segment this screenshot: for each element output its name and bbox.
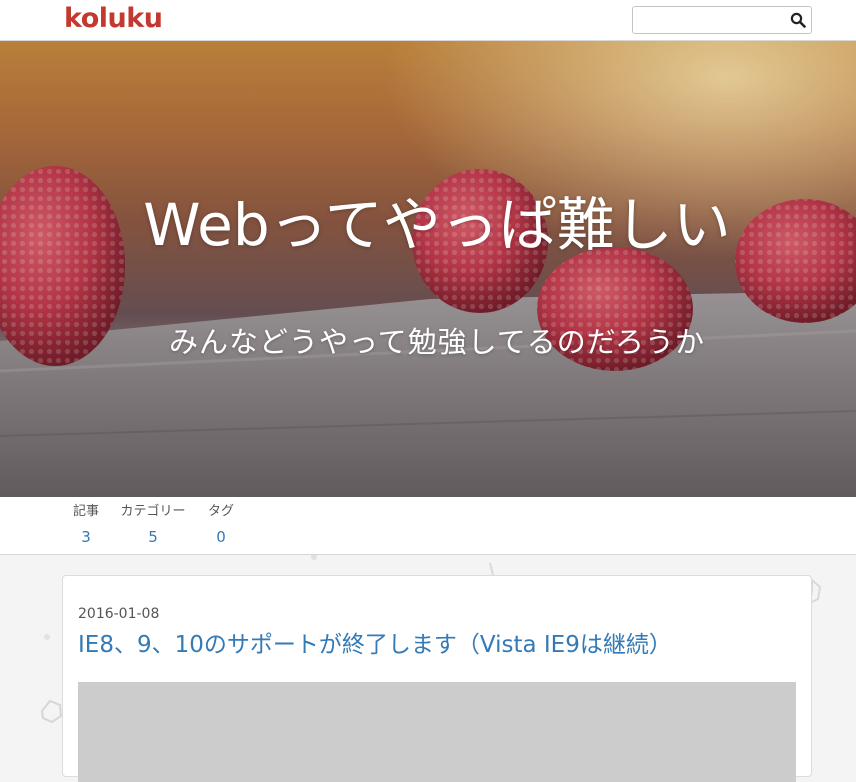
stat-tags-count[interactable]: 0	[203, 526, 239, 548]
stat-categories-label: カテゴリー	[120, 504, 186, 519]
hero-banner: Webってやっぱ難しい みんなどうやって勉強してるのだろうか	[0, 41, 856, 497]
top-navbar: koluku	[0, 0, 856, 41]
post-card: 2016-01-08 IE8、9、10のサポートが終了します（Vista IE9…	[62, 575, 812, 782]
hero-background-image	[0, 41, 856, 497]
search-box	[632, 6, 812, 34]
search-input[interactable]	[637, 10, 787, 30]
stat-categories[interactable]: カテゴリー 5	[116, 503, 190, 548]
post-title-link[interactable]: IE8、9、10のサポートが終了します（Vista IE9は継続）	[78, 628, 798, 662]
search-icon[interactable]	[790, 12, 806, 28]
stat-articles-count[interactable]: 3	[70, 526, 102, 548]
stat-categories-count[interactable]: 5	[116, 526, 190, 548]
hero-subtitle: みんなどうやって勉強してるのだろうか	[169, 325, 705, 359]
blog-stats-bar: 記事 3 カテゴリー 5 タグ 0	[0, 497, 856, 555]
stat-tags[interactable]: タグ 0	[203, 503, 239, 548]
site-logo[interactable]: koluku	[64, 2, 163, 36]
post-thumbnail[interactable]	[78, 682, 796, 782]
stat-articles[interactable]: 記事 3	[70, 503, 102, 548]
stat-tags-label: タグ	[207, 504, 234, 519]
hero-title: Webってやっぱ難しい	[143, 191, 731, 259]
post-date: 2016-01-08	[78, 606, 160, 622]
stat-articles-label: 記事	[72, 504, 99, 519]
